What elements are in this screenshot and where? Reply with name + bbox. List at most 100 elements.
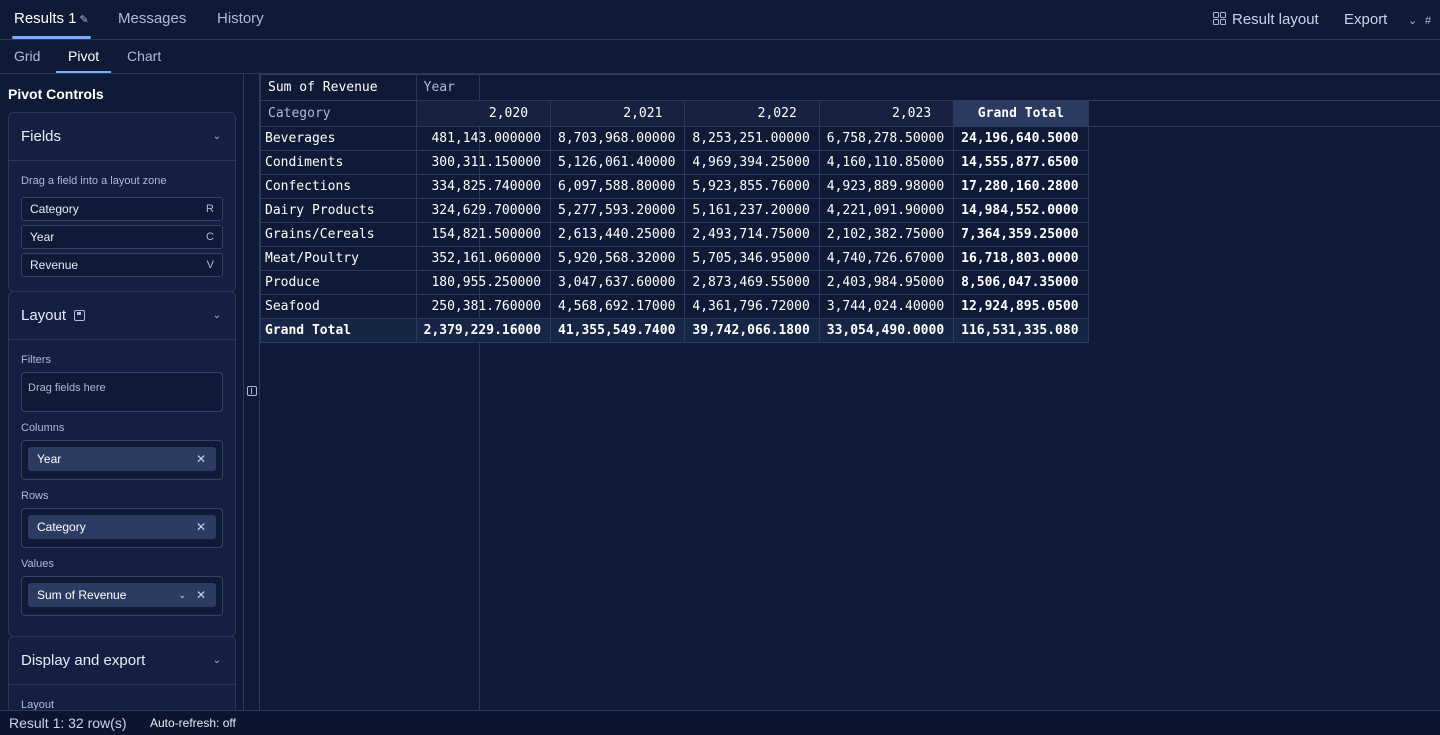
value-cell[interactable]: 180,955.250000 <box>415 270 552 295</box>
hash-icon[interactable]: # <box>1425 0 1431 39</box>
save-icon[interactable] <box>74 310 86 321</box>
value-cell[interactable]: 4,568,692.17000 <box>550 294 686 319</box>
chevron-down-icon[interactable]: ⌄ <box>178 583 186 607</box>
value-cell[interactable]: 3,047,637.60000 <box>550 270 686 295</box>
value-cell[interactable]: 8,253,251.00000 <box>684 126 820 151</box>
value-cell[interactable]: 324,629.700000 <box>415 198 552 223</box>
value-cell[interactable]: 41,355,549.7400 <box>550 318 686 343</box>
value-cell[interactable]: 8,703,968.00000 <box>550 126 686 151</box>
value-cell[interactable]: 6,758,278.50000 <box>818 126 955 151</box>
value-cell[interactable]: 2,379,229.16000 <box>415 318 552 343</box>
result-layout-button[interactable]: Result layout <box>1213 0 1319 39</box>
row-field-header: Category <box>260 100 417 127</box>
row-total-cell[interactable]: 116,531,335.080 <box>953 318 1089 343</box>
value-cell[interactable]: 4,969,394.25000 <box>684 150 820 175</box>
rows-chip-category[interactable]: Category ✕ <box>28 515 216 539</box>
value-cell[interactable]: 2,102,382.75000 <box>818 222 955 247</box>
layout-section-header[interactable]: Layout ⌄ <box>9 292 235 340</box>
tab-chart[interactable]: Chart <box>127 40 161 73</box>
collapse-panel-icon[interactable] <box>247 386 257 396</box>
status-bar: Result 1: 32 row(s) Auto-refresh: off <box>0 710 1440 735</box>
value-cell[interactable]: 2,493,714.75000 <box>684 222 820 247</box>
year-header[interactable]: 2,021 <box>550 100 686 127</box>
value-cell[interactable]: 3,744,024.40000 <box>818 294 955 319</box>
tab-messages[interactable]: Messages <box>118 0 186 39</box>
row-total-cell[interactable]: 7,364,359.25000 <box>953 222 1089 247</box>
grand-total-header[interactable]: Grand Total <box>953 100 1089 127</box>
panel-splitter[interactable] <box>244 74 260 710</box>
value-cell[interactable]: 4,221,091.90000 <box>818 198 955 223</box>
value-cell[interactable]: 5,277,593.20000 <box>550 198 686 223</box>
value-cell[interactable]: 2,873,469.55000 <box>684 270 820 295</box>
chip-label: Year <box>37 452 62 466</box>
value-cell[interactable]: 2,613,440.25000 <box>550 222 686 247</box>
auto-refresh-status[interactable]: Auto-refresh: off <box>150 711 236 735</box>
year-header[interactable]: 2,023 <box>818 100 955 127</box>
row-label: Confections <box>260 174 417 199</box>
value-cell[interactable]: 4,361,796.72000 <box>684 294 820 319</box>
value-cell[interactable]: 154,821.500000 <box>415 222 552 247</box>
view-mode-tabs: Grid Pivot Chart <box>0 40 1440 74</box>
export-dropdown-chevron-icon[interactable]: ⌄ <box>1408 0 1417 39</box>
remove-icon[interactable]: ✕ <box>196 583 206 607</box>
value-cell[interactable]: 4,923,889.98000 <box>818 174 955 199</box>
value-cell[interactable]: 250,381.760000 <box>415 294 552 319</box>
row-label: Beverages <box>260 126 417 151</box>
value-cell[interactable]: 5,920,568.32000 <box>550 246 686 271</box>
tab-results[interactable]: Results 1 ✎ <box>12 0 91 39</box>
layout-section: Layout ⌄ Filters Drag fields here Column… <box>8 291 236 637</box>
row-total-cell[interactable]: 24,196,640.5000 <box>953 126 1089 151</box>
chip-label: Category <box>37 520 86 534</box>
values-dropzone[interactable]: Sum of Revenue ⌄ ✕ <box>21 576 223 616</box>
tab-history[interactable]: History <box>217 0 264 39</box>
values-chip-sum-revenue[interactable]: Sum of Revenue ⌄ ✕ <box>28 583 216 607</box>
filters-placeholder: Drag fields here <box>28 382 106 394</box>
value-cell[interactable]: 481,143.000000 <box>415 126 552 151</box>
field-category[interactable]: Category R <box>21 197 223 221</box>
pivot-table-area: Sum of Revenue Year Category 2,020 2,021… <box>260 74 1440 710</box>
tab-pivot[interactable]: Pivot <box>55 40 112 73</box>
value-cell[interactable]: 39,742,066.1800 <box>684 318 820 343</box>
columns-dropzone[interactable]: Year ✕ <box>21 440 223 480</box>
value-cell[interactable]: 33,054,490.0000 <box>818 318 955 343</box>
value-cell[interactable]: 352,161.060000 <box>415 246 552 271</box>
table-row: Grains/Cereals 154,821.500000 2,613,440.25… <box>260 222 1440 247</box>
value-cell[interactable]: 6,097,588.80000 <box>550 174 686 199</box>
row-total-cell[interactable]: 8,506,047.35000 <box>953 270 1089 295</box>
field-year[interactable]: Year C <box>21 225 223 249</box>
pivot-controls-panel: Pivot Controls Fields ⌄ Drag a field int… <box>0 74 244 710</box>
layout-title: Layout <box>21 307 67 324</box>
value-cell[interactable]: 334,825.740000 <box>415 174 552 199</box>
tab-grid[interactable]: Grid <box>14 40 40 73</box>
fields-section-header[interactable]: Fields ⌄ <box>9 113 235 161</box>
row-total-cell[interactable]: 16,718,803.0000 <box>953 246 1089 271</box>
field-revenue[interactable]: Revenue V <box>21 253 223 277</box>
remove-icon[interactable]: ✕ <box>196 515 206 539</box>
filters-dropzone[interactable]: Drag fields here <box>21 372 223 412</box>
columns-chip-year[interactable]: Year ✕ <box>28 447 216 471</box>
row-total-cell[interactable]: 14,984,552.0000 <box>953 198 1089 223</box>
value-cell[interactable]: 2,403,984.95000 <box>818 270 955 295</box>
row-label: Condiments <box>260 150 417 175</box>
pencil-icon[interactable]: ✎ <box>80 14 89 26</box>
rows-dropzone[interactable]: Category ✕ <box>21 508 223 548</box>
value-cell[interactable]: 5,923,855.76000 <box>684 174 820 199</box>
row-total-cell[interactable]: 17,280,160.2800 <box>953 174 1089 199</box>
value-cell[interactable]: 5,705,346.95000 <box>684 246 820 271</box>
display-export-header[interactable]: Display and export ⌄ <box>9 637 235 685</box>
export-button[interactable]: Export <box>1344 0 1387 39</box>
year-header[interactable]: 2,020 <box>415 100 552 127</box>
value-cell[interactable]: 300,311.150000 <box>415 150 552 175</box>
row-total-cell[interactable]: 14,555,877.6500 <box>953 150 1089 175</box>
value-cell[interactable]: 4,160,110.85000 <box>818 150 955 175</box>
value-cell[interactable]: 5,126,061.40000 <box>550 150 686 175</box>
grid-layout-icon <box>1213 12 1226 25</box>
row-total-cell[interactable]: 12,924,895.0500 <box>953 294 1089 319</box>
field-label: Revenue <box>30 258 79 272</box>
value-cell[interactable]: 5,161,237.20000 <box>684 198 820 223</box>
value-cell[interactable]: 4,740,726.67000 <box>818 246 955 271</box>
remove-icon[interactable]: ✕ <box>196 447 206 471</box>
chevron-down-icon: ⌄ <box>212 310 221 321</box>
fields-hint: Drag a field into a layout zone <box>21 175 167 187</box>
year-header[interactable]: 2,022 <box>684 100 820 127</box>
